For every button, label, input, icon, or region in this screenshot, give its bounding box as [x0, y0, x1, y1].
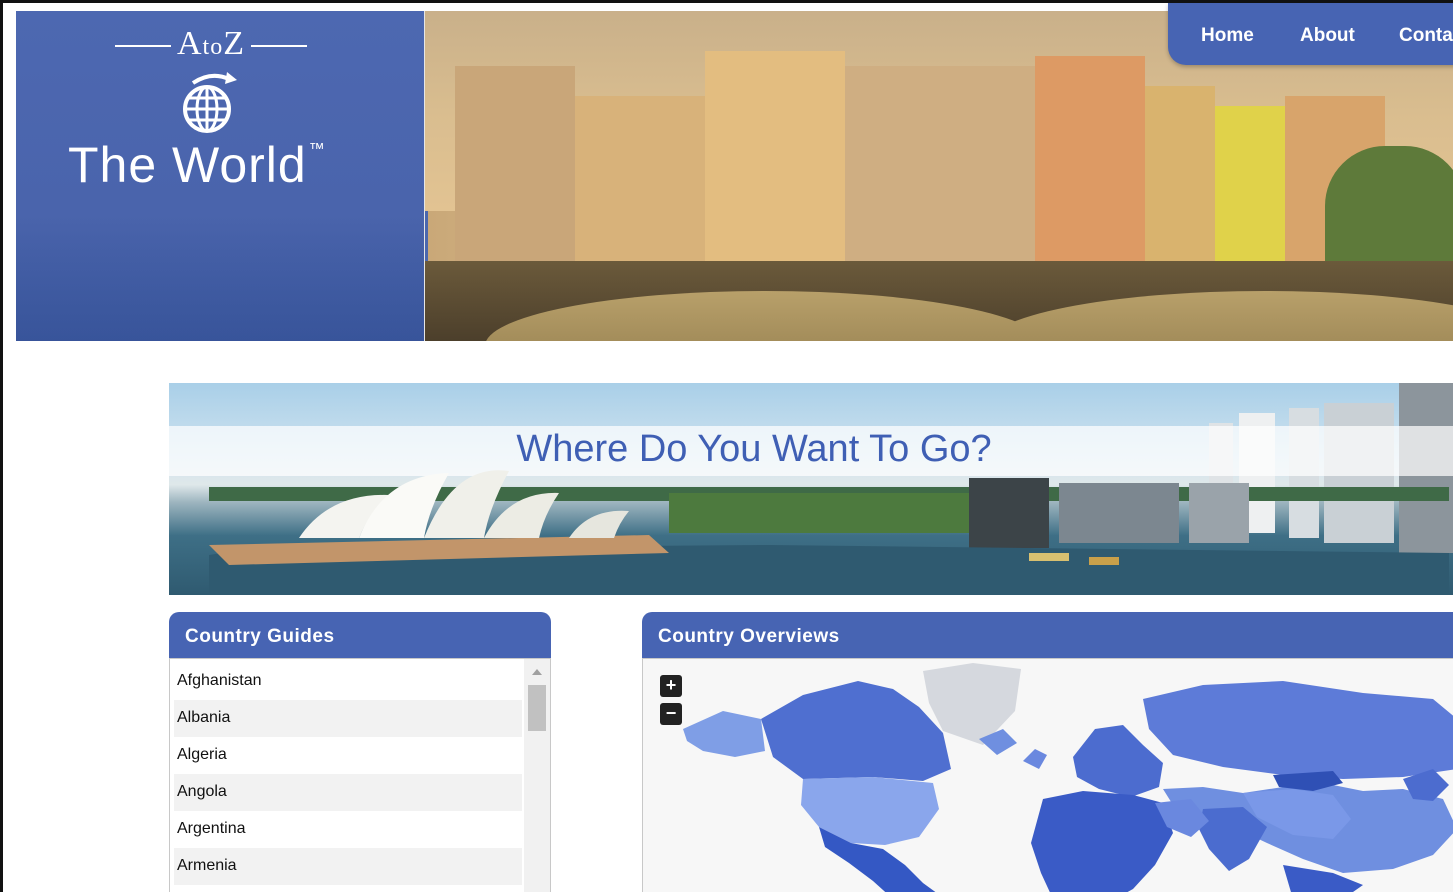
logo-rule-left	[114, 45, 171, 48]
uk-region	[1023, 749, 1047, 769]
russia-region	[1143, 681, 1453, 779]
country-guides-list[interactable]: Afghanistan Albania Algeria Angola Argen…	[169, 658, 551, 892]
trademark-mark: ™	[308, 141, 326, 158]
logo-z: Z	[223, 25, 245, 62]
country-item-argentina[interactable]: Argentina	[174, 811, 522, 848]
logo-haze	[16, 216, 424, 341]
europe-region	[1073, 725, 1163, 797]
hero-harbour-scene	[209, 470, 1449, 595]
main-nav: Home About Conta	[1168, 3, 1453, 65]
logo-to: to	[202, 34, 224, 60]
country-overviews-header: Country Overviews	[642, 612, 1453, 658]
site-logo[interactable]: AtoZ The World ™	[16, 11, 425, 341]
world-map-graphic	[683, 663, 1453, 892]
zoom-out-button[interactable]: −	[660, 703, 682, 725]
nav-about-link[interactable]: About	[1300, 25, 1355, 47]
logo-world-text: The World ™	[68, 136, 388, 194]
logo-rule-right	[251, 45, 307, 48]
scroll-up-arrow-icon[interactable]	[532, 669, 542, 675]
country-item-algeria[interactable]: Algeria	[174, 737, 522, 774]
country-item-armenia[interactable]: Armenia	[174, 848, 522, 885]
hero-banner: Where Do You Want To Go?	[169, 383, 1453, 595]
banner-building	[705, 51, 845, 266]
africa-region	[1031, 791, 1173, 892]
country-guides-header: Country Guides	[169, 612, 551, 658]
alaska-region	[683, 711, 765, 757]
country-list-scrollbar[interactable]	[524, 659, 550, 892]
globe-icon	[183, 72, 237, 133]
banner-building	[1035, 56, 1145, 266]
banner-tree	[1325, 146, 1453, 266]
world-map[interactable]: + −	[642, 658, 1453, 892]
country-item-angola[interactable]: Angola	[174, 774, 522, 811]
banner-building	[845, 66, 1035, 266]
logo-a: A	[176, 25, 203, 62]
nav-contact-link[interactable]: Conta	[1399, 25, 1453, 47]
canada-region	[761, 681, 951, 781]
banner-building	[1145, 86, 1215, 266]
nav-home-link[interactable]: Home	[1201, 25, 1254, 47]
logo-world-label: The World	[68, 137, 307, 193]
country-item-albania[interactable]: Albania	[174, 700, 522, 737]
country-list: Afghanistan Albania Algeria Angola Argen…	[174, 663, 522, 885]
country-item-afghanistan[interactable]: Afghanistan	[174, 663, 522, 700]
logo-atoz-text: AtoZ	[71, 25, 351, 63]
zoom-in-button[interactable]: +	[660, 675, 682, 697]
scrollbar-thumb[interactable]	[528, 685, 546, 731]
banner-building	[575, 96, 705, 266]
banner-building	[1215, 106, 1285, 266]
page-frame: AtoZ The World ™ Home About Conta Where …	[0, 0, 1453, 892]
banner-building	[455, 66, 575, 266]
